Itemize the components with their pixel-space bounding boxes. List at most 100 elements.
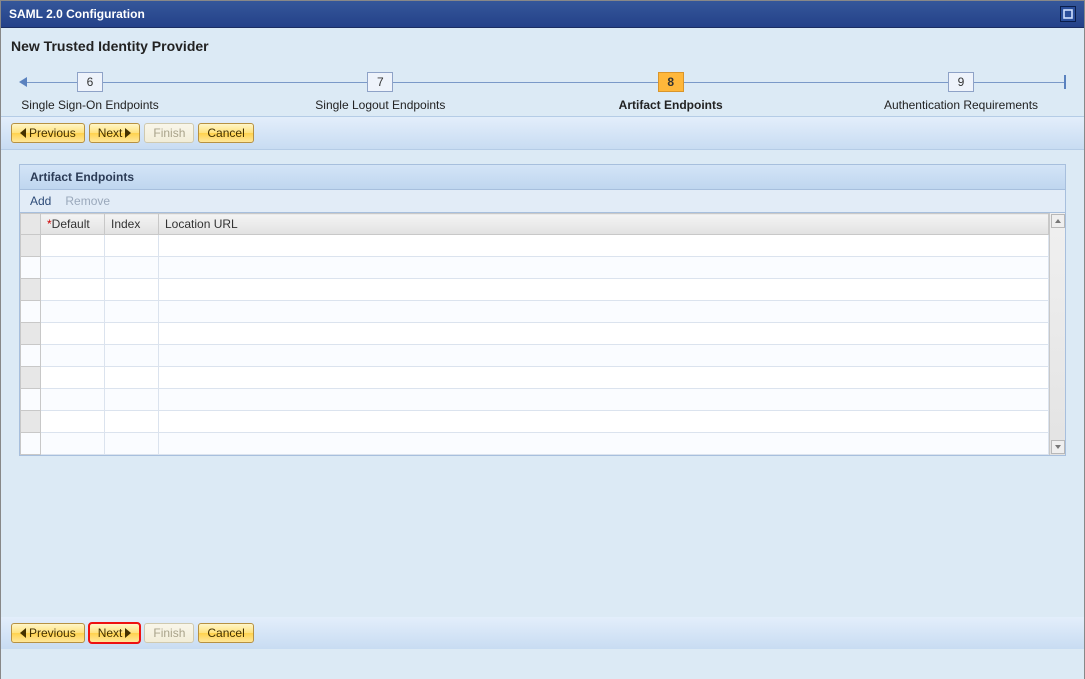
endpoints-table: *Default Index Location URL: [20, 213, 1049, 455]
triangle-right-icon: [125, 628, 131, 638]
remove-action: Remove: [65, 194, 110, 208]
button-label: Finish: [153, 626, 185, 640]
next-button[interactable]: Next: [89, 123, 141, 143]
row-selector[interactable]: [21, 257, 41, 279]
table-row[interactable]: [21, 257, 1049, 279]
wizard-track: 6 Single Sign-On Endpoints 7 Single Logo…: [1, 60, 1084, 116]
row-selector[interactable]: [21, 301, 41, 323]
row-selector[interactable]: [21, 367, 41, 389]
cell-index[interactable]: [105, 301, 159, 323]
cell-default[interactable]: [41, 257, 105, 279]
artifact-endpoints-panel: Artifact Endpoints Add Remove *Default I…: [19, 164, 1066, 456]
table-row[interactable]: [21, 411, 1049, 433]
cell-index[interactable]: [105, 411, 159, 433]
cell-location-url[interactable]: [159, 323, 1049, 345]
cell-location-url[interactable]: [159, 433, 1049, 455]
cell-location-url[interactable]: [159, 301, 1049, 323]
cell-location-url[interactable]: [159, 345, 1049, 367]
cell-index[interactable]: [105, 367, 159, 389]
toolbar-top: Previous Next Finish Cancel: [1, 116, 1084, 150]
wizard-more-left-icon: [19, 77, 27, 87]
cancel-button[interactable]: Cancel: [198, 623, 253, 643]
title-bar: SAML 2.0 Configuration: [1, 1, 1084, 28]
cell-default[interactable]: [41, 279, 105, 301]
cell-location-url[interactable]: [159, 411, 1049, 433]
cell-index[interactable]: [105, 279, 159, 301]
wizard-step-number: 6: [77, 72, 103, 92]
row-selector[interactable]: [21, 323, 41, 345]
row-selector[interactable]: [21, 433, 41, 455]
cell-default[interactable]: [41, 301, 105, 323]
button-label: Cancel: [207, 626, 244, 640]
button-label: Previous: [29, 626, 76, 640]
table-row[interactable]: [21, 301, 1049, 323]
table-row[interactable]: [21, 279, 1049, 301]
cell-index[interactable]: [105, 389, 159, 411]
finish-button: Finish: [144, 123, 194, 143]
page-subtitle: New Trusted Identity Provider: [1, 28, 1084, 60]
window-title: SAML 2.0 Configuration: [9, 7, 145, 21]
cell-default[interactable]: [41, 411, 105, 433]
table-row[interactable]: [21, 433, 1049, 455]
cell-location-url[interactable]: [159, 235, 1049, 257]
wizard-step-8[interactable]: 8 Artifact Endpoints: [658, 72, 684, 92]
wizard-step-6[interactable]: 6 Single Sign-On Endpoints: [77, 72, 103, 92]
col-default[interactable]: *Default: [41, 214, 105, 235]
wizard-step-number: 7: [367, 72, 393, 92]
cell-index[interactable]: [105, 235, 159, 257]
table-row[interactable]: [21, 389, 1049, 411]
scroll-down-icon[interactable]: [1051, 440, 1065, 454]
cell-index[interactable]: [105, 345, 159, 367]
button-label: Next: [98, 126, 123, 140]
cell-default[interactable]: [41, 235, 105, 257]
cell-default[interactable]: [41, 323, 105, 345]
add-action[interactable]: Add: [30, 194, 51, 208]
wizard-step-label: Single Sign-On Endpoints: [21, 98, 158, 112]
row-selector[interactable]: [21, 235, 41, 257]
wizard-step-9[interactable]: 9 Authentication Requirements: [948, 72, 974, 92]
panel-actions: Add Remove: [20, 190, 1065, 213]
table-row[interactable]: [21, 235, 1049, 257]
cell-location-url[interactable]: [159, 257, 1049, 279]
cell-location-url[interactable]: [159, 389, 1049, 411]
cell-default[interactable]: [41, 389, 105, 411]
cell-index[interactable]: [105, 433, 159, 455]
previous-button[interactable]: Previous: [11, 123, 85, 143]
table-row[interactable]: [21, 367, 1049, 389]
wizard-step-label: Authentication Requirements: [884, 98, 1038, 112]
table-row[interactable]: [21, 323, 1049, 345]
button-label: Next: [98, 626, 123, 640]
cell-location-url[interactable]: [159, 279, 1049, 301]
cell-default[interactable]: [41, 367, 105, 389]
table-row[interactable]: [21, 345, 1049, 367]
vertical-scrollbar[interactable]: [1049, 213, 1065, 455]
row-selector[interactable]: [21, 389, 41, 411]
cell-default[interactable]: [41, 433, 105, 455]
cell-location-url[interactable]: [159, 367, 1049, 389]
row-selector[interactable]: [21, 279, 41, 301]
cell-default[interactable]: [41, 345, 105, 367]
wizard-step-label: Artifact Endpoints: [619, 98, 723, 112]
scroll-up-icon[interactable]: [1051, 214, 1065, 228]
row-selector[interactable]: [21, 411, 41, 433]
panel-title: Artifact Endpoints: [20, 165, 1065, 190]
col-location-url[interactable]: Location URL: [159, 214, 1049, 235]
cell-index[interactable]: [105, 323, 159, 345]
maximize-icon[interactable]: [1060, 6, 1076, 22]
row-selector[interactable]: [21, 345, 41, 367]
toolbar-bottom: Previous Next Finish Cancel: [1, 617, 1084, 649]
col-index[interactable]: Index: [105, 214, 159, 235]
finish-button: Finish: [144, 623, 194, 643]
triangle-left-icon: [20, 128, 26, 138]
button-label: Previous: [29, 126, 76, 140]
wizard-step-number: 9: [948, 72, 974, 92]
previous-button[interactable]: Previous: [11, 623, 85, 643]
row-selector-header: [21, 214, 41, 235]
next-button[interactable]: Next: [89, 623, 141, 643]
triangle-right-icon: [125, 128, 131, 138]
cell-index[interactable]: [105, 257, 159, 279]
wizard-step-label: Single Logout Endpoints: [315, 98, 445, 112]
triangle-left-icon: [20, 628, 26, 638]
cancel-button[interactable]: Cancel: [198, 123, 253, 143]
wizard-step-7[interactable]: 7 Single Logout Endpoints: [367, 72, 393, 92]
